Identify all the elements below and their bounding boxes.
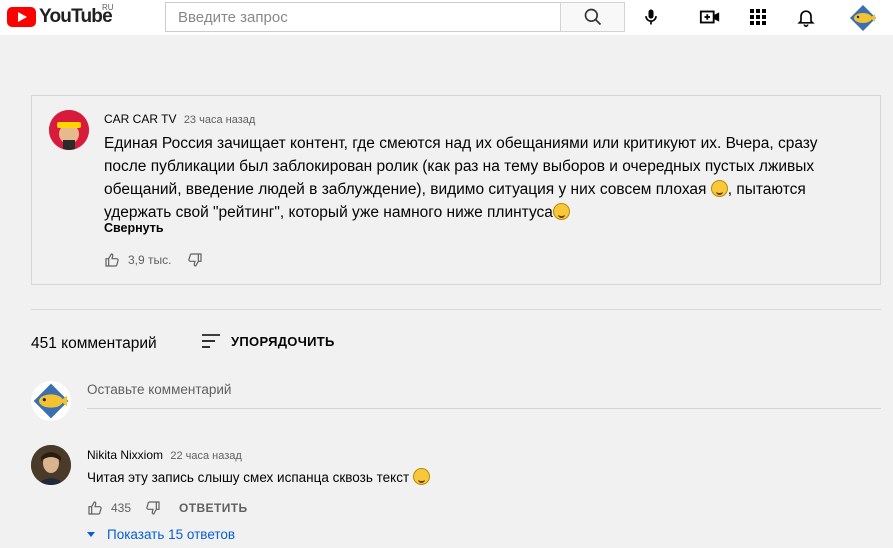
chevron-down-icon xyxy=(87,532,95,537)
comment-time[interactable]: 22 часа назад xyxy=(170,450,241,462)
like-icon[interactable] xyxy=(87,500,103,516)
add-comment-input[interactable]: Оставьте комментарий xyxy=(87,382,231,397)
like-count: 435 xyxy=(111,501,132,515)
avatar xyxy=(31,381,71,421)
youtube-play-icon xyxy=(7,7,36,27)
rofl-emoji-icon xyxy=(412,468,430,485)
comment-actions: 435 ОТВЕТИТЬ xyxy=(87,500,247,516)
comment-header: CAR CAR TV 23 часа назад xyxy=(104,112,255,126)
search-placeholder: Введите запрос xyxy=(178,8,288,26)
comment-header: Nikita Nixxiom 22 часа назад xyxy=(87,448,242,462)
apps-button[interactable] xyxy=(746,5,770,29)
comment-text-body: Читая эту запись слышу смех испанца скво… xyxy=(87,470,410,485)
comment-time[interactable]: 23 часа назад xyxy=(184,114,255,126)
avatar[interactable] xyxy=(49,110,89,150)
reply-button[interactable]: ОТВЕТИТЬ xyxy=(179,501,247,515)
region-label: RU xyxy=(102,3,114,12)
comment-author[interactable]: CAR CAR TV xyxy=(104,112,176,126)
sort-label: УПОРЯДОЧИТЬ xyxy=(231,333,335,349)
comment-author[interactable]: Nikita Nixxiom xyxy=(87,448,163,462)
show-replies-label: Показать 15 ответов xyxy=(107,527,236,542)
bell-icon xyxy=(797,10,815,27)
dislike-icon[interactable] xyxy=(145,500,161,516)
show-replies-button[interactable]: Показать 15 ответов xyxy=(87,527,235,542)
sort-icon xyxy=(202,334,220,348)
search-button[interactable] xyxy=(560,2,625,32)
notifications-button[interactable] xyxy=(794,5,818,29)
like-count: 3,9 тыс. xyxy=(128,253,172,267)
mic-icon xyxy=(645,9,657,25)
apps-grid-icon xyxy=(750,9,766,25)
section-divider xyxy=(31,309,881,310)
youtube-logo[interactable]: YouTube xyxy=(7,6,113,28)
account-avatar[interactable] xyxy=(848,3,878,33)
user-avatar-icon xyxy=(31,445,71,485)
comment-actions: 3,9 тыс. xyxy=(104,252,203,268)
sort-button[interactable]: УПОРЯДОЧИТЬ xyxy=(201,333,335,349)
comment-text: Читая эту запись слышу смех испанца скво… xyxy=(87,468,430,485)
comment-count: 451 комментарий xyxy=(31,335,157,352)
input-underline xyxy=(87,408,881,409)
logo-text: YouTube xyxy=(39,6,113,27)
mic-button[interactable] xyxy=(639,5,663,29)
top-bar: YouTube RU Введите запрос xyxy=(0,0,893,35)
laughing-emoji-icon xyxy=(710,180,728,197)
fish-avatar-icon xyxy=(33,383,69,419)
search-input[interactable]: Введите запрос xyxy=(165,2,561,32)
highlighted-comment: CAR CAR TV 23 часа назад Единая Россия з… xyxy=(31,95,881,285)
avatar[interactable] xyxy=(31,445,71,485)
create-video-icon xyxy=(699,10,720,24)
dislike-icon[interactable] xyxy=(187,252,203,268)
comment-text: Единая Россия зачищает контент, где смею… xyxy=(104,132,834,224)
fish-avatar-icon xyxy=(850,5,876,31)
collapse-button[interactable]: Свернуть xyxy=(104,221,164,235)
search-icon xyxy=(584,8,601,26)
rofl-emoji-icon xyxy=(552,203,570,220)
channel-avatar-icon xyxy=(49,110,89,150)
create-button[interactable] xyxy=(698,5,722,29)
like-icon[interactable] xyxy=(104,252,120,268)
